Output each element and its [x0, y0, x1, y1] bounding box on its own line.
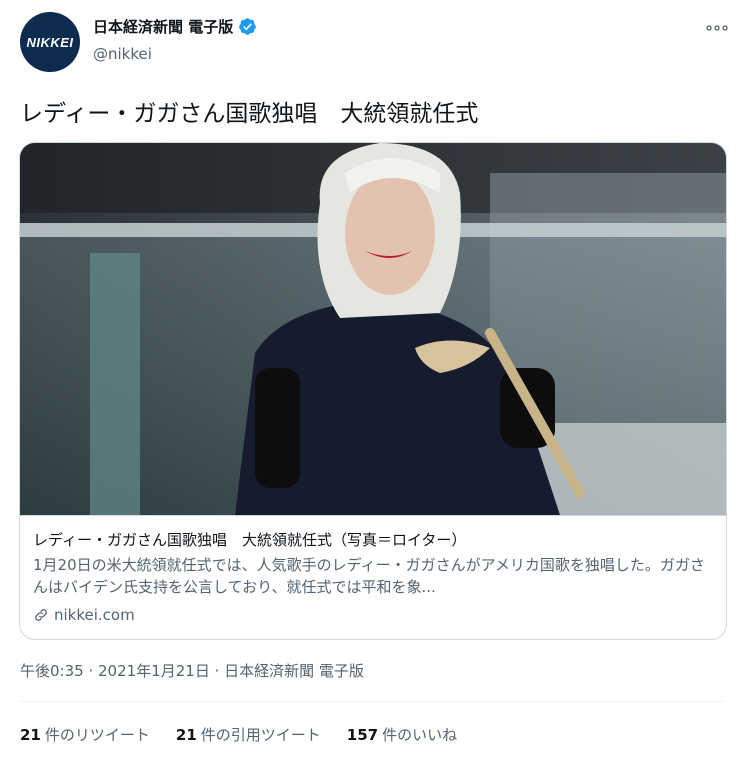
handle[interactable]: @nikkei — [93, 45, 152, 63]
card-domain: nikkei.com — [33, 606, 135, 624]
tweet-text: レディー・ガガさん国歌独唱 大統領就任式 — [20, 101, 479, 127]
separator-dot: · — [88, 662, 99, 680]
verified-badge-icon — [239, 18, 257, 35]
tweet-time[interactable]: 午後0:35 — [20, 662, 84, 680]
card-image[interactable] — [20, 143, 727, 515]
more-options-button[interactable] — [704, 18, 730, 38]
divider — [20, 701, 724, 702]
card-domain-text: nikkei.com — [54, 606, 135, 624]
card-body[interactable]: レディー・ガガさん国歌独唱 大統領就任式（写真＝ロイター） 1月20日の米大統領… — [20, 515, 726, 639]
retweets-count: 21 — [20, 726, 41, 744]
avatar-logo-text: NIKKEI — [26, 34, 74, 50]
tweet-date[interactable]: 2021年1月21日 — [98, 662, 210, 680]
avatar[interactable]: NIKKEI — [20, 12, 80, 72]
quote-tweets-label: 件の引用ツイート — [200, 726, 321, 744]
likes-stat[interactable]: 157 件のいいね — [347, 724, 457, 745]
tweet-source[interactable]: 日本経済新聞 電子版 — [224, 662, 364, 680]
quote-tweets-count: 21 — [175, 726, 197, 744]
quote-tweets-stat[interactable]: 21 件の引用ツイート — [176, 724, 321, 745]
author-name-row: 日本経済新聞 電子版 — [93, 16, 257, 37]
retweets-label: 件のリツイート — [44, 726, 150, 744]
likes-count: 157 — [346, 726, 379, 744]
card-title: レディー・ガガさん国歌独唱 大統領就任式（写真＝ロイター） — [33, 531, 467, 549]
retweets-stat[interactable]: 21 件のリツイート — [20, 724, 150, 745]
likes-label: 件のいいね — [382, 726, 458, 744]
timestamp-row: 午後0:35 · 2021年1月21日 · 日本経済新聞 電子版 — [20, 660, 364, 681]
separator-dot: · — [214, 662, 225, 680]
link-card[interactable]: レディー・ガガさん国歌独唱 大統領就任式（写真＝ロイター） 1月20日の米大統領… — [19, 142, 727, 640]
engagement-stats: 21 件のリツイート 21 件の引用ツイート 157 件のいいね — [20, 724, 457, 745]
more-dots-icon — [706, 25, 728, 31]
link-icon — [35, 609, 47, 621]
card-description: 1月20日の米大統領就任式では、人気歌手のレディー・ガガさんがアメリカ国歌を独唱… — [33, 556, 705, 596]
display-name[interactable]: 日本経済新聞 電子版 — [93, 16, 233, 37]
